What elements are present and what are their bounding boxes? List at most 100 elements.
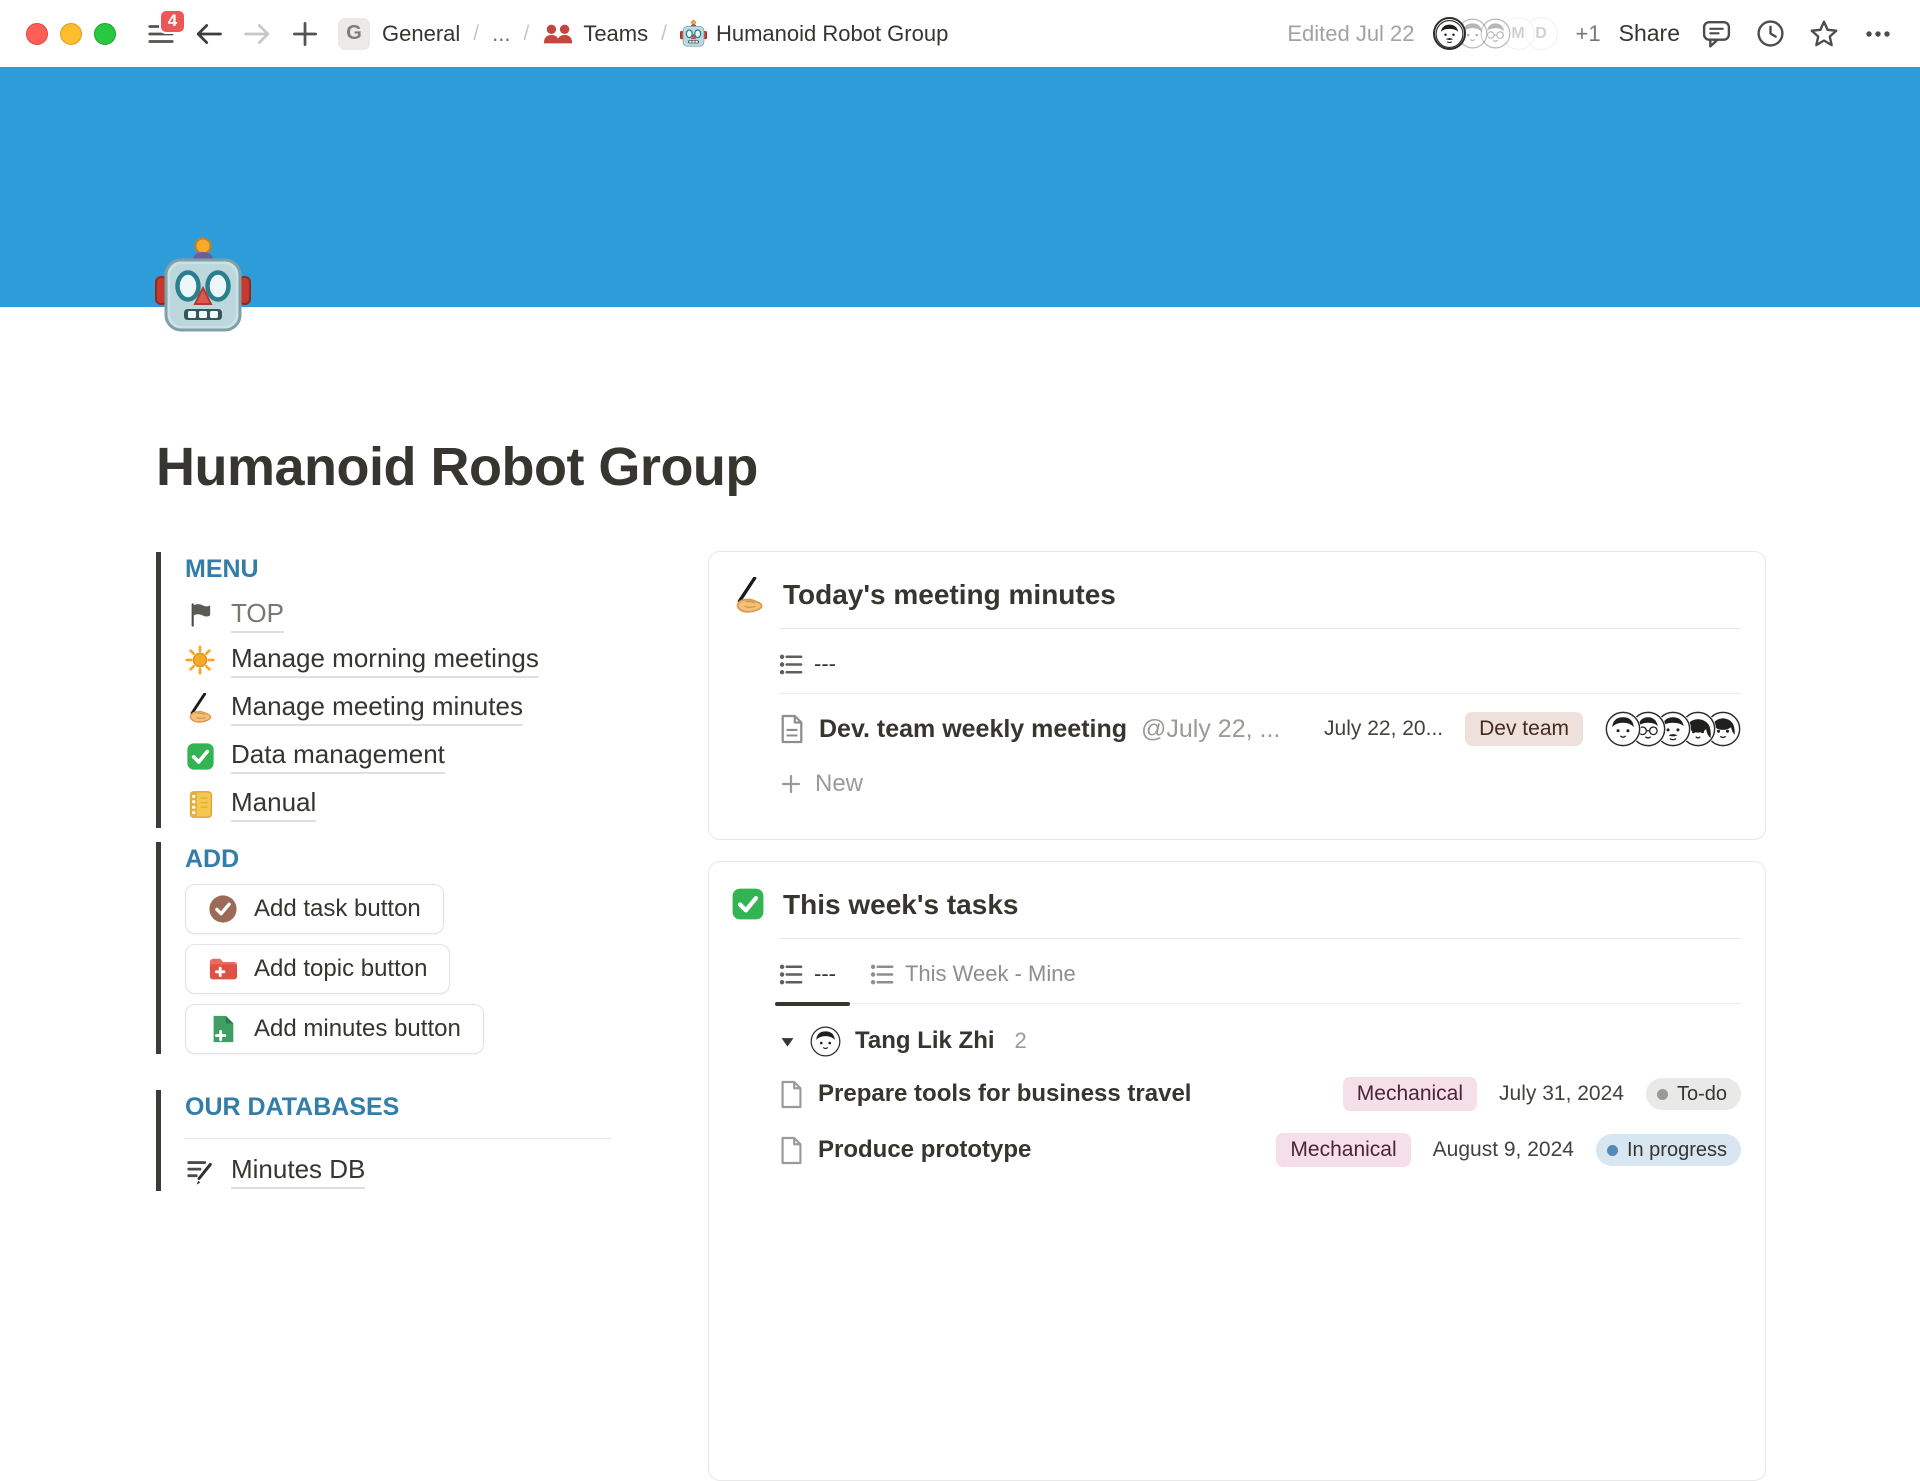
edited-timestamp: Edited Jul 22 <box>1287 21 1414 47</box>
due-date: July 31, 2024 <box>1499 1082 1624 1106</box>
view-tab-this-week-mine[interactable]: This Week - Mine <box>870 961 1076 989</box>
black-flag-icon <box>185 600 215 630</box>
page-icon <box>779 1136 804 1165</box>
tasks-view-tabs: --- This Week - Mine <box>779 961 1741 1004</box>
meeting-row[interactable]: Dev. team weekly meeting @July 22, ... J… <box>779 698 1741 760</box>
minutes-db-link[interactable]: Minutes DB <box>185 1151 636 1191</box>
new-meeting-button[interactable]: New <box>779 760 1741 808</box>
databases-section: OUR DATABASES Minutes DB <box>156 1090 636 1191</box>
status-dot <box>1657 1089 1668 1100</box>
share-button[interactable]: Share <box>1619 20 1680 47</box>
view-tab-default[interactable]: --- <box>779 961 836 989</box>
status-badge: In progress <box>1596 1134 1741 1166</box>
breadcrumb: G General / ... / Teams / Humanoid Robot… <box>338 15 956 52</box>
minutes-view-tabs: --- <box>779 651 1741 694</box>
breadcrumb-general[interactable]: General <box>374 16 468 52</box>
left-column: MENU TOP Manage morning meetings Manage … <box>156 552 636 1191</box>
page-title[interactable]: Humanoid Robot Group <box>156 436 758 498</box>
breadcrumb-ellipsis[interactable]: ... <box>484 16 518 52</box>
minutes-card-heading[interactable]: Today's meeting minutes <box>731 574 1741 616</box>
tasks-card: This week's tasks --- This Week - Mine T… <box>708 861 1766 1481</box>
group-header-row[interactable]: Tang Lik Zhi 2 <box>779 1018 1741 1064</box>
more-options-button[interactable] <box>1860 13 1896 55</box>
status-badge: To-do <box>1646 1078 1741 1110</box>
toolbar-actions: Edited Jul 22 M D +1 Share <box>1287 13 1896 55</box>
group-avatar <box>810 1026 841 1057</box>
list-view-icon <box>779 962 804 987</box>
plus-icon <box>779 772 803 796</box>
red-folder-plus-icon <box>208 954 238 984</box>
collapse-triangle-icon <box>779 1033 796 1050</box>
category-tag: Mechanical <box>1276 1133 1410 1167</box>
history-button[interactable] <box>1752 13 1788 55</box>
divider <box>779 938 1741 939</box>
green-file-plus-icon <box>208 1014 238 1044</box>
page-icon <box>779 1080 804 1109</box>
sidebar-toggle-button[interactable]: 4 <box>140 13 182 55</box>
add-task-button[interactable]: Add task button <box>185 884 444 934</box>
new-tab-button[interactable] <box>284 13 326 55</box>
check-mark-icon <box>185 741 215 771</box>
zoom-window-button[interactable] <box>94 23 116 45</box>
task-row[interactable]: Produce prototype Mechanical August 9, 2… <box>779 1124 1741 1176</box>
back-button[interactable] <box>188 13 230 55</box>
ledger-icon <box>185 789 215 819</box>
back-arrow-icon <box>193 18 225 50</box>
minimize-window-button[interactable] <box>60 23 82 45</box>
status-dot <box>1607 1145 1618 1156</box>
robot-icon <box>155 237 251 333</box>
category-tag: Mechanical <box>1343 1077 1477 1111</box>
sun-icon <box>185 645 215 675</box>
menu-link-meeting-minutes[interactable]: Manage meeting minutes <box>185 684 636 732</box>
minutes-card: Today's meeting minutes --- Dev. team we… <box>708 551 1766 840</box>
menu-link-manual[interactable]: Manual <box>185 780 636 828</box>
breadcrumb-teams[interactable]: Teams <box>534 16 656 52</box>
divider <box>779 628 1741 629</box>
menu-header: MENU <box>185 552 636 586</box>
add-section: ADD Add task button Add topic button Add… <box>156 842 636 1054</box>
divider <box>185 1138 611 1139</box>
check-mark-icon <box>731 887 767 923</box>
avatar[interactable] <box>1433 17 1466 50</box>
brown-check-circle-icon <box>208 894 238 924</box>
writing-hand-icon <box>185 693 215 723</box>
close-window-button[interactable] <box>26 23 48 45</box>
comments-button[interactable] <box>1698 13 1734 55</box>
team-tag: Dev team <box>1465 712 1583 746</box>
due-date: August 9, 2024 <box>1433 1138 1574 1162</box>
add-minutes-button[interactable]: Add minutes button <box>185 1004 484 1054</box>
writing-hand-icon <box>731 577 767 613</box>
comment-icon <box>1701 18 1732 49</box>
breadcrumb-current-page[interactable]: Humanoid Robot Group <box>672 15 956 52</box>
window-toolbar: 4 G General / ... / Teams / Human <box>0 0 1920 67</box>
menu-link-data-management[interactable]: Data management <box>185 732 636 780</box>
page-icon-robot[interactable] <box>155 237 251 333</box>
viewer-avatars: M D <box>1433 17 1558 50</box>
traffic-lights <box>26 23 116 45</box>
menu-link-top[interactable]: TOP <box>185 594 636 636</box>
page-cover <box>0 67 1920 307</box>
menu-link-morning-meetings[interactable]: Manage morning meetings <box>185 636 636 684</box>
notification-badge: 4 <box>159 9 186 34</box>
favorite-button[interactable] <box>1806 13 1842 55</box>
breadcrumb-separator: / <box>660 22 668 46</box>
view-tab[interactable]: --- <box>779 651 836 679</box>
ellipsis-icon <box>1863 19 1893 49</box>
add-header: ADD <box>185 842 636 876</box>
avatar-overflow-count[interactable]: +1 <box>1576 21 1601 47</box>
robot-icon <box>680 20 707 47</box>
right-column: Today's meeting minutes --- Dev. team we… <box>708 551 1766 1481</box>
star-icon <box>1808 18 1840 50</box>
breadcrumb-separator: / <box>522 22 530 46</box>
menu-section: MENU TOP Manage morning meetings Manage … <box>156 552 636 828</box>
add-topic-button[interactable]: Add topic button <box>185 944 450 994</box>
tasks-card-heading[interactable]: This week's tasks <box>731 884 1741 926</box>
page-icon <box>779 714 805 744</box>
forward-arrow-icon <box>241 18 273 50</box>
forward-button[interactable] <box>236 13 278 55</box>
meeting-date: July 22, 20... <box>1324 717 1443 741</box>
list-view-icon <box>870 962 895 987</box>
compose-list-icon <box>185 1156 215 1186</box>
workspace-icon[interactable]: G <box>338 18 370 50</box>
task-row[interactable]: Prepare tools for business travel Mechan… <box>779 1068 1741 1120</box>
